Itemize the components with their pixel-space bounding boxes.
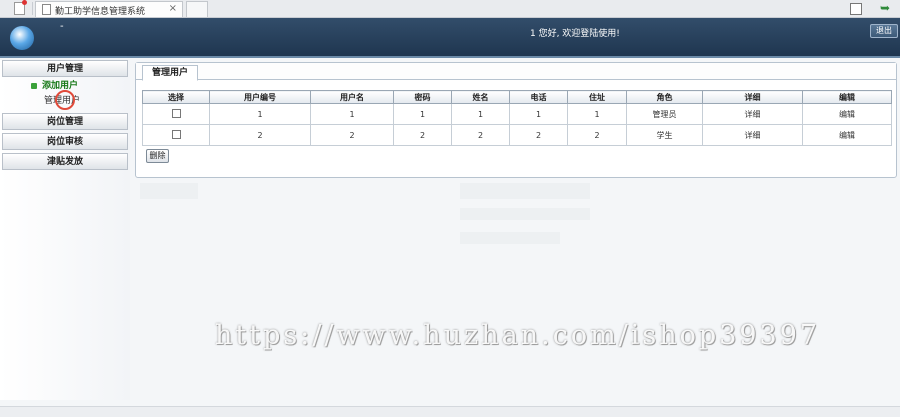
app-logo-icon: [10, 26, 34, 50]
table-row: 2 2 2 2 2 2 学生 详细 编辑: [142, 124, 892, 146]
cell-user-id: 1: [209, 103, 311, 125]
cell-username: 2: [310, 124, 394, 146]
col-user-id: 用户编号: [209, 90, 311, 104]
cell-role: 学生: [626, 124, 703, 146]
tab-close-icon[interactable]: ×: [169, 3, 177, 14]
click-highlight-icon: [55, 90, 75, 110]
cell-role: 管理员: [626, 103, 703, 125]
table-row: 1 1 1 1 1 1 管理员 详细 编辑: [142, 103, 892, 125]
edit-link[interactable]: 编辑: [802, 103, 892, 125]
main-panel: 管理用户 选择 用户编号 用户名 密码 姓名 电话 住址 角色 详细 编辑 1 …: [135, 62, 897, 178]
detail-link[interactable]: 详细: [702, 103, 803, 125]
page-icon: [42, 4, 51, 15]
cell-name: 1: [451, 103, 510, 125]
cell-phone: 2: [509, 124, 568, 146]
welcome-message: 1 您好, 欢迎登陆使用!: [530, 29, 620, 39]
sidebar: 用户管理 添加用户 管理用户 岗位管理 岗位审核 津贴发放: [0, 60, 130, 400]
sidebar-section-allowance[interactable]: 津贴发放: [2, 153, 128, 170]
home-icon[interactable]: [850, 3, 862, 15]
app-header: - 1 您好, 欢迎登陆使用! 退出: [0, 18, 900, 58]
cell-username: 1: [310, 103, 394, 125]
browser-tab-title: 勤工助学信息管理系统: [55, 7, 146, 17]
cell-name: 2: [451, 124, 510, 146]
cell-address: 1: [567, 103, 627, 125]
app-doc-icon[interactable]: [14, 0, 27, 15]
table-header-row: 选择 用户编号 用户名 密码 姓名 电话 住址 角色 详细 编辑: [142, 90, 892, 104]
status-bar: [0, 406, 900, 417]
browser-tabbar: 勤工助学信息管理系统 × ➥: [0, 0, 900, 18]
ghost-residue: [460, 208, 590, 220]
col-select: 选择: [142, 90, 210, 104]
col-detail: 详细: [702, 90, 803, 104]
cell-phone: 1: [509, 103, 568, 125]
browser-tab[interactable]: 勤工助学信息管理系统 ×: [35, 1, 183, 17]
col-password: 密码: [393, 90, 452, 104]
content-tabstrip: 管理用户: [136, 63, 896, 81]
ghost-residue: [460, 183, 590, 199]
col-username: 用户名: [310, 90, 394, 104]
bullet-icon: [31, 83, 37, 89]
row-select-cell: [142, 103, 210, 125]
logout-button[interactable]: 退出: [870, 24, 898, 38]
sidebar-section-post-review[interactable]: 岗位审核: [2, 133, 128, 150]
col-role: 角色: [626, 90, 703, 104]
cell-password: 1: [393, 103, 452, 125]
cell-address: 2: [567, 124, 627, 146]
row-checkbox[interactable]: [171, 129, 181, 139]
edit-link[interactable]: 编辑: [802, 124, 892, 146]
watermark-text: https://www.huzhan.com/ishop39397: [215, 320, 821, 351]
col-phone: 电话: [509, 90, 568, 104]
col-address: 住址: [567, 90, 627, 104]
back-arrow-icon[interactable]: ➥: [880, 1, 890, 15]
cell-user-id: 2: [209, 124, 311, 146]
row-select-cell: [142, 124, 210, 146]
col-name: 姓名: [451, 90, 510, 104]
cell-password: 2: [393, 124, 452, 146]
sidebar-section-post-management[interactable]: 岗位管理: [2, 113, 128, 130]
detail-link[interactable]: 详细: [702, 124, 803, 146]
sidebar-section-user-management[interactable]: 用户管理: [2, 60, 128, 77]
tab-manage-users[interactable]: 管理用户: [142, 65, 199, 81]
delete-button[interactable]: 删除: [146, 149, 169, 163]
sidebar-item-label: 添加用户: [42, 81, 79, 91]
new-tab-button[interactable]: [186, 1, 208, 17]
ghost-residue: [460, 232, 560, 244]
ghost-residue: [140, 183, 198, 199]
logo-text: -: [60, 21, 64, 32]
row-checkbox[interactable]: [171, 108, 181, 118]
col-edit: 编辑: [802, 90, 892, 104]
tab-separator: [32, 2, 33, 15]
users-table: 选择 用户编号 用户名 密码 姓名 电话 住址 角色 详细 编辑 1 1 1 1…: [142, 90, 892, 146]
